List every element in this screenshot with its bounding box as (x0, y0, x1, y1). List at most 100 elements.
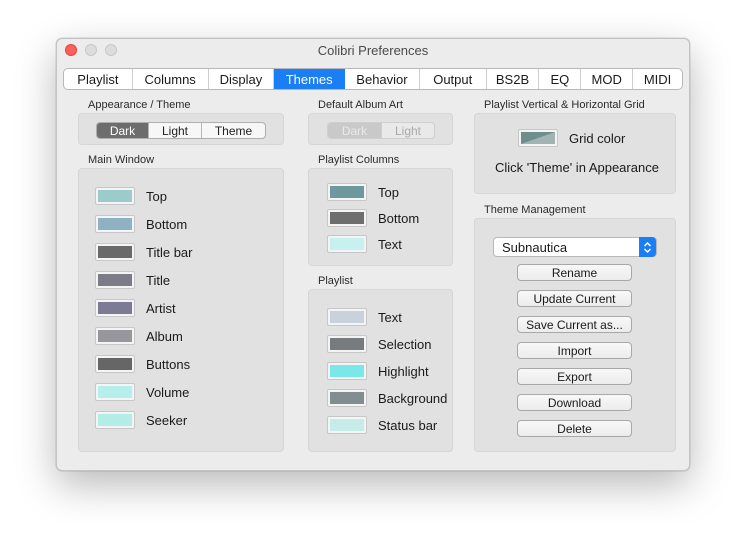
playlist-columns-color-swatch (330, 212, 364, 224)
playlist-columns-color-well[interactable] (327, 183, 367, 201)
playlist-columns-color-row: Bottom (327, 207, 419, 229)
playlist-columns-color-row: Top (327, 181, 399, 203)
playlist-color-row: Text (327, 306, 402, 328)
theme-select-popup[interactable]: Subnautica (493, 237, 657, 257)
main-window-color-row: Title bar (95, 241, 192, 263)
main-window-color-row: Bottom (95, 213, 187, 235)
playlist-columns-color-label: Text (378, 236, 402, 252)
main-window-color-label: Artist (146, 300, 176, 316)
playlist-columns-color-well[interactable] (327, 209, 367, 227)
download-button[interactable]: Download (517, 394, 632, 411)
grid-box (474, 113, 676, 194)
tab-behavior[interactable]: Behavior (345, 69, 420, 89)
tab-output[interactable]: Output (420, 69, 487, 89)
playlist-columns-color-label: Bottom (378, 210, 420, 226)
main-window-color-well[interactable] (95, 215, 135, 233)
grid-hint-text: Click 'Theme' in Appearance (495, 160, 659, 175)
theme-management-section-label: Theme Management (484, 204, 586, 216)
playlist-color-label: Text (378, 309, 402, 325)
export-button[interactable]: Export (517, 368, 632, 385)
album-art-section-label: Default Album Art (318, 99, 403, 111)
main-window-color-row: Title (95, 269, 170, 291)
save-current-as-button[interactable]: Save Current as... (517, 316, 632, 333)
album-art-segmented-control: Dark Light (327, 122, 435, 139)
main-window-color-swatch (98, 330, 132, 342)
main-window-color-swatch (98, 190, 132, 202)
main-window-color-label: Buttons (146, 356, 191, 372)
tab-bs2b[interactable]: BS2B (487, 69, 540, 89)
tab-mod[interactable]: MOD (581, 69, 634, 89)
playlist-color-swatch (330, 311, 364, 323)
playlist-color-well[interactable] (327, 389, 367, 407)
playlist-columns-color-well[interactable] (327, 235, 367, 253)
playlist-columns-color-label: Top (378, 184, 399, 200)
main-window-color-well[interactable] (95, 411, 135, 429)
appearance-dark-option[interactable]: Dark (97, 123, 149, 138)
tab-playlist[interactable]: Playlist (64, 69, 133, 89)
playlist-columns-color-swatch (330, 186, 364, 198)
main-window-color-label: Seeker (146, 412, 188, 428)
title-bar: Colibri Preferences (57, 39, 689, 61)
tab-themes[interactable]: Themes (274, 69, 346, 89)
grid-section-label: Playlist Vertical & Horizontal Grid (484, 99, 645, 111)
main-window-color-swatch (98, 414, 132, 426)
tab-midi[interactable]: MIDI (633, 69, 682, 89)
album-art-dark-option[interactable]: Dark (328, 123, 382, 138)
main-window-color-label: Bottom (146, 216, 188, 232)
tab-eq[interactable]: EQ (539, 69, 582, 89)
appearance-segmented-control: Dark Light Theme (96, 122, 266, 139)
grid-color-row: Grid color (518, 127, 625, 149)
main-window-color-well[interactable] (95, 299, 135, 317)
appearance-theme-option[interactable]: Theme (202, 123, 265, 138)
main-window-color-swatch (98, 274, 132, 286)
update-current-button[interactable]: Update Current (517, 290, 632, 307)
playlist-color-swatch (330, 392, 364, 404)
playlist-color-row: Selection (327, 333, 431, 355)
playlist-color-label: Highlight (378, 363, 429, 379)
playlist-color-row: Background (327, 387, 447, 409)
grid-color-swatch (521, 132, 555, 144)
main-window-color-swatch (98, 386, 132, 398)
grid-color-label: Grid color (569, 130, 626, 146)
playlist-columns-section-label: Playlist Columns (318, 154, 400, 166)
appearance-light-option[interactable]: Light (149, 123, 202, 138)
playlist-color-swatch (330, 419, 364, 431)
rename-button[interactable]: Rename (517, 264, 632, 281)
main-window-color-label: Volume (146, 384, 190, 400)
main-window-color-label: Title bar (146, 244, 193, 260)
playlist-columns-color-swatch (330, 238, 364, 250)
up-down-chevron-icon (639, 237, 656, 257)
main-window-section-label: Main Window (88, 154, 155, 166)
album-art-light-option[interactable]: Light (382, 123, 434, 138)
main-window-color-row: Artist (95, 297, 176, 319)
playlist-color-label: Selection (378, 336, 432, 352)
main-window-color-well[interactable] (95, 327, 135, 345)
tab-columns[interactable]: Columns (133, 69, 209, 89)
tab-bar: Playlist Columns Display Themes Behavior… (63, 68, 683, 90)
playlist-color-row: Highlight (327, 360, 429, 382)
playlist-color-swatch (330, 365, 364, 377)
playlist-color-well[interactable] (327, 416, 367, 434)
delete-button[interactable]: Delete (517, 420, 632, 437)
main-window-color-label: Album (146, 328, 183, 344)
playlist-color-label: Status bar (378, 417, 438, 433)
import-button[interactable]: Import (517, 342, 632, 359)
main-window-color-well[interactable] (95, 243, 135, 261)
tab-display[interactable]: Display (209, 69, 275, 89)
playlist-color-swatch (330, 338, 364, 350)
main-window-color-well[interactable] (95, 355, 135, 373)
playlist-color-well[interactable] (327, 335, 367, 353)
playlist-color-row: Status bar (327, 414, 437, 436)
theme-select-value: Subnautica (502, 239, 568, 255)
main-window-color-well[interactable] (95, 271, 135, 289)
main-window-color-label: Top (146, 188, 167, 204)
main-window-color-well[interactable] (95, 383, 135, 401)
playlist-color-well[interactable] (327, 308, 367, 326)
grid-color-well[interactable] (518, 129, 558, 147)
main-window-color-row: Top (95, 185, 167, 207)
playlist-color-well[interactable] (327, 362, 367, 380)
main-window-color-well[interactable] (95, 187, 135, 205)
main-window-color-label: Title (146, 272, 171, 288)
main-window-color-swatch (98, 302, 132, 314)
window-title: Colibri Preferences (317, 43, 429, 58)
